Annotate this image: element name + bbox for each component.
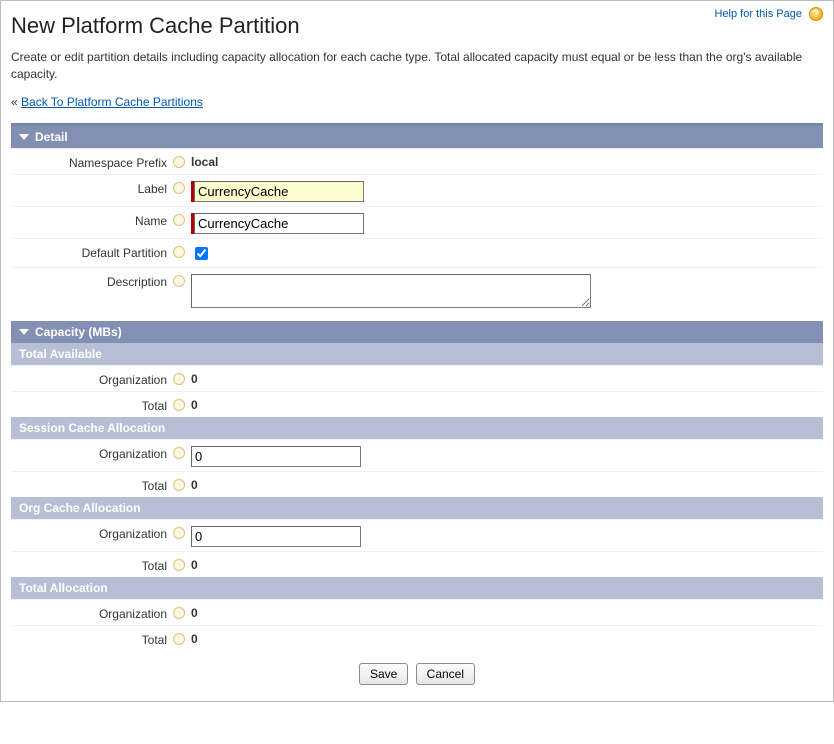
default-partition-label: Default Partition xyxy=(17,243,167,260)
help-dot-icon[interactable] xyxy=(173,559,185,571)
help-for-page-link[interactable]: Help for this Page xyxy=(715,8,802,20)
back-to-partitions-link[interactable]: Back To Platform Cache Partitions xyxy=(21,95,203,109)
organization-label: Organization xyxy=(17,524,167,541)
help-dot-icon[interactable] xyxy=(173,399,185,411)
help-dot-icon[interactable] xyxy=(173,527,185,539)
session-total-value: 0 xyxy=(191,476,817,492)
total-available-header: Total Available xyxy=(11,343,823,365)
label-input[interactable] xyxy=(194,181,364,202)
total-alloc-total-value: 0 xyxy=(191,630,817,646)
help-dot-icon[interactable] xyxy=(173,214,185,226)
help-dot-icon[interactable] xyxy=(173,607,185,619)
namespace-prefix-value: local xyxy=(191,153,817,169)
twisty-down-icon xyxy=(19,329,29,335)
capacity-header-label: Capacity (MBs) xyxy=(35,325,122,339)
total-allocation-header: Total Allocation xyxy=(11,577,823,599)
session-cache-header: Session Cache Allocation xyxy=(11,417,823,439)
name-label: Name xyxy=(17,211,167,228)
help-dot-icon[interactable] xyxy=(173,275,185,287)
total-label: Total xyxy=(17,556,167,573)
organization-label: Organization xyxy=(17,370,167,387)
session-organization-input[interactable] xyxy=(191,446,361,467)
back-link-row: « Back To Platform Cache Partitions xyxy=(11,95,823,109)
detail-header-label: Detail xyxy=(35,130,68,144)
label-label: Label xyxy=(17,179,167,196)
capacity-section-header[interactable]: Capacity (MBs) xyxy=(11,321,823,343)
page-title: New Platform Cache Partition xyxy=(11,13,823,39)
total-available-org-value: 0 xyxy=(191,370,817,386)
organization-label: Organization xyxy=(17,604,167,621)
namespace-prefix-label: Namespace Prefix xyxy=(17,153,167,170)
default-partition-checkbox[interactable] xyxy=(195,247,208,260)
twisty-down-icon xyxy=(19,134,29,140)
help-dot-icon[interactable] xyxy=(173,479,185,491)
total-label: Total xyxy=(17,630,167,647)
help-dot-icon[interactable] xyxy=(173,156,185,168)
help-dot-icon[interactable] xyxy=(173,447,185,459)
save-button[interactable]: Save xyxy=(359,663,408,685)
help-dot-icon[interactable] xyxy=(173,373,185,385)
help-dot-icon[interactable] xyxy=(173,182,185,194)
cancel-button[interactable]: Cancel xyxy=(416,663,475,685)
back-prefix: « xyxy=(11,95,21,109)
total-alloc-org-value: 0 xyxy=(191,604,817,620)
total-available-total-value: 0 xyxy=(191,396,817,412)
help-dot-icon[interactable] xyxy=(173,246,185,258)
help-icon[interactable]: ? xyxy=(809,7,823,21)
description-textarea[interactable] xyxy=(191,274,591,308)
total-label: Total xyxy=(17,396,167,413)
detail-section-header[interactable]: Detail xyxy=(11,126,823,148)
help-dot-icon[interactable] xyxy=(173,633,185,645)
page-intro: Create or edit partition details includi… xyxy=(11,49,823,83)
total-label: Total xyxy=(17,476,167,493)
name-input[interactable] xyxy=(194,213,364,234)
organization-label: Organization xyxy=(17,444,167,461)
org-total-value: 0 xyxy=(191,556,817,572)
description-label: Description xyxy=(17,272,167,289)
org-organization-input[interactable] xyxy=(191,526,361,547)
org-cache-header: Org Cache Allocation xyxy=(11,497,823,519)
